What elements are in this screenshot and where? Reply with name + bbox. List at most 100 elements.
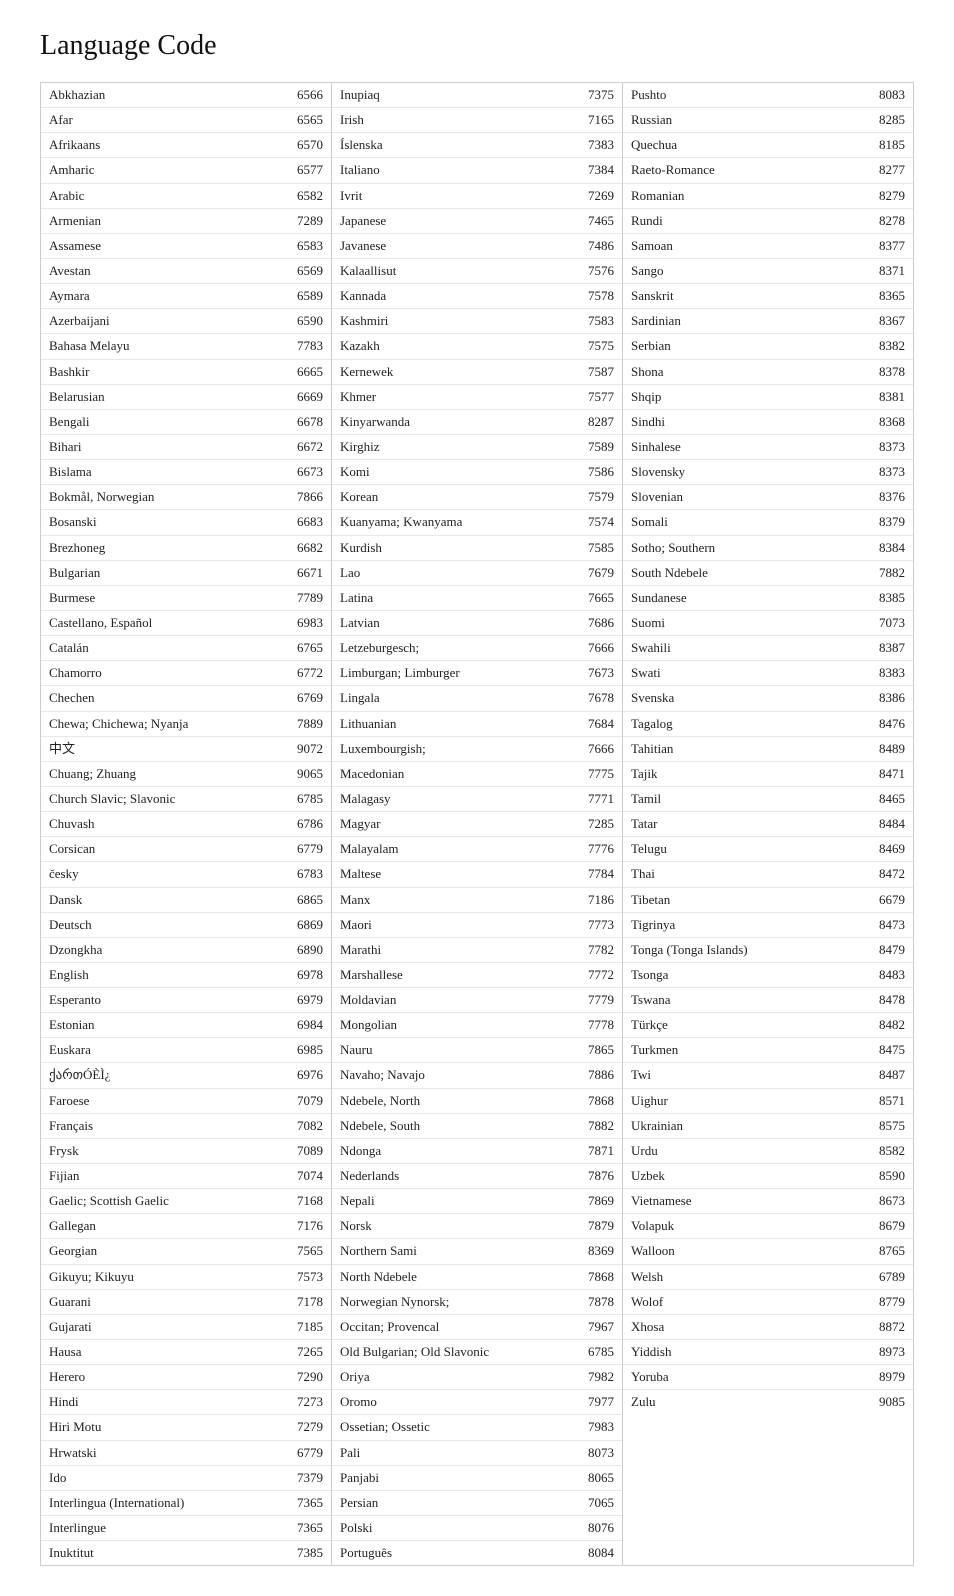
language-code: 7666 <box>588 739 614 759</box>
table-row: Uighur8571 <box>623 1089 913 1114</box>
table-row: Yiddish8973 <box>623 1340 913 1365</box>
table-row: Arabic6582 <box>41 184 331 209</box>
table-row: Letzeburgesch;7666 <box>332 636 622 661</box>
language-name: Slovensky <box>631 462 879 482</box>
language-code: 8679 <box>879 1216 905 1236</box>
language-name: Deutsch <box>49 915 297 935</box>
table-row: Tibetan6679 <box>623 888 913 913</box>
table-row: Panjabi8065 <box>332 1466 622 1491</box>
language-name: Sanskrit <box>631 286 879 306</box>
language-code: 7165 <box>588 110 614 130</box>
language-code: 8287 <box>588 412 614 432</box>
language-name: Íslenska <box>340 135 588 155</box>
column-2: Pushto8083Russian8285Quechua8185Raeto-Ro… <box>623 83 913 1565</box>
language-name: Euskara <box>49 1040 297 1060</box>
language-code: 8383 <box>879 663 905 683</box>
language-name: Catalán <box>49 638 297 658</box>
language-name: Ukrainian <box>631 1116 879 1136</box>
language-code: 7869 <box>588 1191 614 1211</box>
table-row: ქართÓÈÌ¿6976 <box>41 1063 331 1088</box>
table-row: Pushto8083 <box>623 83 913 108</box>
table-row: Abkhazian6566 <box>41 83 331 108</box>
language-code: 7882 <box>588 1116 614 1136</box>
table-row: česky6783 <box>41 862 331 887</box>
language-name: Irish <box>340 110 588 130</box>
table-row: Walloon8765 <box>623 1239 913 1264</box>
language-code: 7185 <box>297 1317 323 1337</box>
language-code: 8279 <box>879 186 905 206</box>
language-name: Marshallese <box>340 965 588 985</box>
table-row: Nepali7869 <box>332 1189 622 1214</box>
table-row: Ukrainian8575 <box>623 1114 913 1139</box>
language-name: Rundi <box>631 211 879 231</box>
language-name: Ndonga <box>340 1141 588 1161</box>
table-row: Burmese7789 <box>41 586 331 611</box>
language-name: Norwegian Nynorsk; <box>340 1292 588 1312</box>
language-name: Svenska <box>631 688 879 708</box>
language-name: Chamorro <box>49 663 297 683</box>
table-row: Twi8487 <box>623 1063 913 1088</box>
table-row: Euskara6985 <box>41 1038 331 1063</box>
language-table: Abkhazian6566Afar6565Afrikaans6570Amhari… <box>40 82 914 1566</box>
table-row: Bashkir6665 <box>41 360 331 385</box>
language-code: 6985 <box>297 1040 323 1060</box>
table-row: Latvian7686 <box>332 611 622 636</box>
table-row: Tigrinya8473 <box>623 913 913 938</box>
language-code: 7865 <box>588 1040 614 1060</box>
language-code: 7573 <box>297 1267 323 1287</box>
table-row: Chewa; Chichewa; Nyanja7889 <box>41 712 331 737</box>
table-row: Frysk7089 <box>41 1139 331 1164</box>
language-name: Corsican <box>49 839 297 859</box>
language-name: Kinyarwanda <box>340 412 588 432</box>
table-row: Interlingua (International)7365 <box>41 1491 331 1516</box>
language-name: Chuvash <box>49 814 297 834</box>
table-row: Maltese7784 <box>332 862 622 887</box>
language-code: 7665 <box>588 588 614 608</box>
language-code: 7065 <box>588 1493 614 1513</box>
language-code: 7186 <box>588 890 614 910</box>
language-name: Français <box>49 1116 297 1136</box>
language-name: Polski <box>340 1518 588 1538</box>
language-name: Gikuyu; Kikuyu <box>49 1267 297 1287</box>
language-name: Panjabi <box>340 1468 588 1488</box>
table-row: Shona8378 <box>623 360 913 385</box>
language-name: Chuang; Zhuang <box>49 764 297 784</box>
language-name: Lingala <box>340 688 588 708</box>
language-name: česky <box>49 864 297 884</box>
language-code: 6582 <box>297 186 323 206</box>
table-row: Old Bulgarian; Old Slavonic6785 <box>332 1340 622 1365</box>
language-code: 8973 <box>879 1342 905 1362</box>
language-code: 7176 <box>297 1216 323 1236</box>
language-code: 7585 <box>588 538 614 558</box>
table-row: Tswana8478 <box>623 988 913 1013</box>
language-code: 7789 <box>297 588 323 608</box>
table-row: Bokmål, Norwegian7866 <box>41 485 331 510</box>
language-name: Tajik <box>631 764 879 784</box>
language-code: 8478 <box>879 990 905 1010</box>
language-name: Tigrinya <box>631 915 879 935</box>
language-code: 6984 <box>297 1015 323 1035</box>
page-title: Language Code <box>40 30 914 62</box>
language-code: 8465 <box>879 789 905 809</box>
table-row: Bahasa Melayu7783 <box>41 334 331 359</box>
table-row: Hiri Motu7279 <box>41 1415 331 1440</box>
language-code: 7983 <box>588 1417 614 1437</box>
language-code: 6665 <box>297 362 323 382</box>
language-code: 7666 <box>588 638 614 658</box>
language-code: 8377 <box>879 236 905 256</box>
language-code: 7074 <box>297 1166 323 1186</box>
language-code: 6577 <box>297 160 323 180</box>
language-code: 6683 <box>297 512 323 532</box>
table-row: Chuvash6786 <box>41 812 331 837</box>
language-name: Kurdish <box>340 538 588 558</box>
language-code: 8185 <box>879 135 905 155</box>
language-code: 6672 <box>297 437 323 457</box>
language-code: 8590 <box>879 1166 905 1186</box>
language-name: Navaho; Navajo <box>340 1065 588 1085</box>
table-row: Sindhi8368 <box>623 410 913 435</box>
language-code: 7878 <box>588 1292 614 1312</box>
language-name: Faroese <box>49 1091 297 1111</box>
table-row: Quechua8185 <box>623 133 913 158</box>
language-name: Afar <box>49 110 297 130</box>
language-name: Sinhalese <box>631 437 879 457</box>
